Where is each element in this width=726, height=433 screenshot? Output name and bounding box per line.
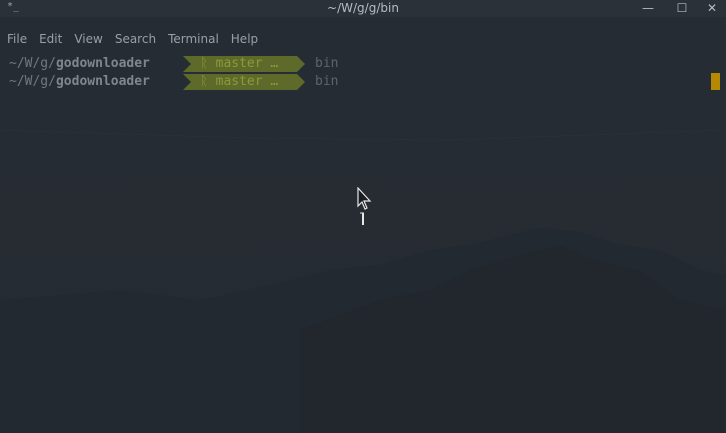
menu-terminal[interactable]: Terminal — [162, 30, 225, 50]
close-button[interactable]: ✕ — [702, 0, 722, 17]
menu-view[interactable]: View — [68, 30, 108, 50]
git-branch-label: ᚱ master … — [200, 74, 279, 89]
prompt-line: ~/W/g/godownloader ᚱ master … bin — [0, 73, 726, 91]
scrollbar[interactable] — [721, 55, 726, 433]
menu-help[interactable]: Help — [225, 30, 264, 50]
git-segment: ᚱ master … — [183, 56, 305, 72]
terminal-output[interactable]: ~/W/g/godownloader ᚱ master … bin ~/W/g/… — [0, 55, 726, 91]
minimize-button[interactable]: — — [638, 0, 658, 17]
title-bar[interactable]: *_ ~/W/g/g/bin — ☐ ✕ — [0, 0, 726, 17]
git-segment: ᚱ master … — [183, 74, 305, 90]
menu-bar: File Edit View Search Terminal Help — [0, 30, 264, 50]
path-prefix: ~/W/g/ — [9, 56, 56, 71]
terminal-cursor — [711, 73, 720, 90]
path-prefix: ~/W/g/ — [9, 74, 56, 89]
cwd-label: bin — [315, 56, 339, 71]
window-title: ~/W/g/g/bin — [327, 1, 399, 15]
prompt-line: ~/W/g/godownloader ᚱ master … bin — [0, 55, 726, 73]
git-branch-label: ᚱ master … — [200, 56, 279, 71]
menu-edit[interactable]: Edit — [33, 30, 68, 50]
prompt-path: ~/W/g/godownloader — [9, 73, 150, 91]
terminal-window: *_ ~/W/g/g/bin — ☐ ✕ File Edit View Sear… — [0, 0, 726, 433]
cwd-label: bin — [315, 74, 339, 89]
prompt-path: ~/W/g/godownloader — [9, 55, 150, 73]
menu-search[interactable]: Search — [109, 30, 162, 50]
mouse-pointer-icon — [357, 187, 372, 225]
path-dir: godownloader — [55, 56, 150, 71]
menu-file[interactable]: File — [0, 30, 33, 50]
path-dir: godownloader — [55, 74, 150, 89]
maximize-button[interactable]: ☐ — [672, 0, 692, 17]
